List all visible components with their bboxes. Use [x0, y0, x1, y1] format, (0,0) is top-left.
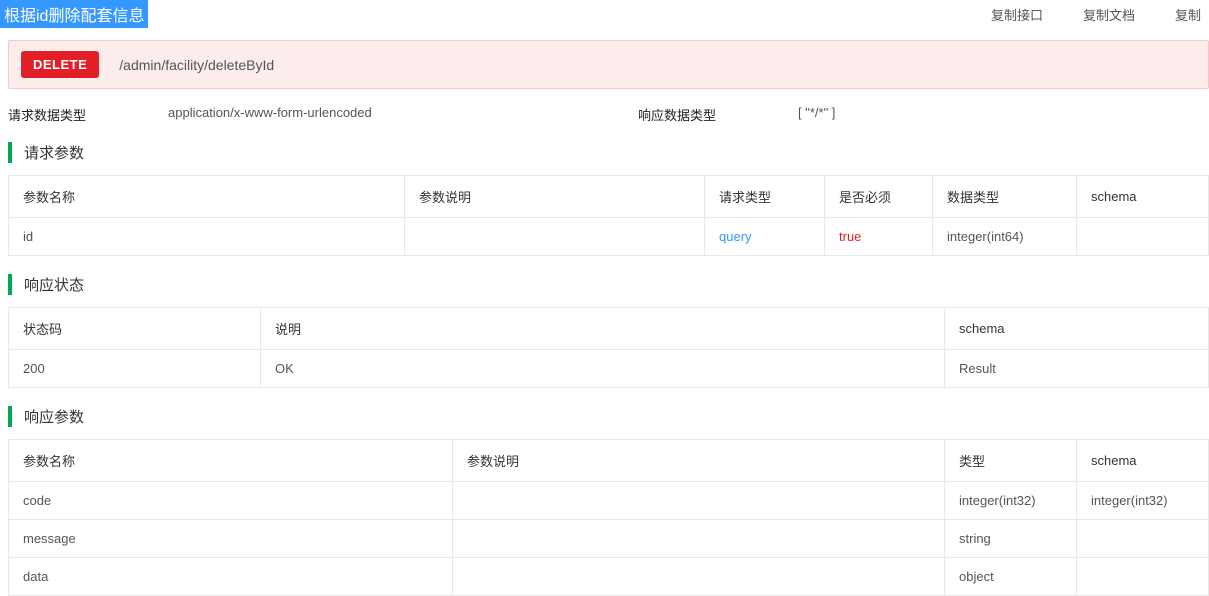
cell-resp-desc [453, 482, 945, 520]
col-required: 是否必须 [825, 176, 933, 218]
cell-required: true [825, 218, 933, 256]
cell-resp-name: data [9, 558, 453, 596]
col-status-desc: 说明 [261, 308, 945, 350]
cell-param-name: id [9, 218, 405, 256]
table-header-row: 参数名称 参数说明 请求类型 是否必须 数据类型 schema [9, 176, 1209, 218]
section-title-response-status: 响应状态 [8, 274, 1209, 295]
request-type-value: application/x-www-form-urlencoded [168, 105, 372, 124]
table-header-row: 状态码 说明 schema [9, 308, 1209, 350]
table-header-row: 参数名称 参数说明 类型 schema [9, 440, 1209, 482]
cell-resp-desc [453, 558, 945, 596]
copy-api-link[interactable]: 复制接口 [991, 5, 1043, 24]
cell-status-schema: Result [945, 350, 1209, 388]
page-title: 根据id删除配套信息 [0, 0, 148, 28]
table-row: 200 OK Result [9, 350, 1209, 388]
col-schema: schema [1077, 176, 1209, 218]
response-type-label: 响应数据类型 [638, 105, 716, 124]
cell-resp-schema: integer(int32) [1077, 482, 1209, 520]
copy-doc-link[interactable]: 复制文档 [1083, 5, 1135, 24]
col-resp-type: 类型 [945, 440, 1077, 482]
response-type-value: [ "*/*" ] [798, 105, 835, 124]
cell-resp-desc [453, 520, 945, 558]
cell-resp-type: string [945, 520, 1077, 558]
section-title-response-params: 响应参数 [8, 406, 1209, 427]
col-resp-name: 参数名称 [9, 440, 453, 482]
col-resp-desc: 参数说明 [453, 440, 945, 482]
cell-resp-name: message [9, 520, 453, 558]
col-param-desc: 参数说明 [405, 176, 705, 218]
action-links: 复制接口 复制文档 复制 [991, 5, 1209, 24]
col-data-type: 数据类型 [933, 176, 1077, 218]
request-type-label: 请求数据类型 [8, 105, 86, 124]
cell-schema [1077, 218, 1209, 256]
table-row: code integer(int32) integer(int32) [9, 482, 1209, 520]
col-param-name: 参数名称 [9, 176, 405, 218]
cell-resp-name: code [9, 482, 453, 520]
request-params-table: 参数名称 参数说明 请求类型 是否必须 数据类型 schema id query… [8, 175, 1209, 256]
cell-resp-type: integer(int32) [945, 482, 1077, 520]
response-status-table: 状态码 说明 schema 200 OK Result [8, 307, 1209, 388]
col-resp-schema: schema [1077, 440, 1209, 482]
col-req-type: 请求类型 [705, 176, 825, 218]
cell-param-desc [405, 218, 705, 256]
table-row: data object [9, 558, 1209, 596]
endpoint-bar: DELETE /admin/facility/deleteById [8, 40, 1209, 89]
cell-status-desc: OK [261, 350, 945, 388]
cell-resp-type: object [945, 558, 1077, 596]
copy-link[interactable]: 复制 [1175, 5, 1201, 24]
cell-resp-schema [1077, 520, 1209, 558]
table-row: id query true integer(int64) [9, 218, 1209, 256]
section-title-request-params: 请求参数 [8, 142, 1209, 163]
cell-data-type: integer(int64) [933, 218, 1077, 256]
meta-row: 请求数据类型 application/x-www-form-urlencoded… [0, 105, 1209, 124]
endpoint-path: /admin/facility/deleteById [119, 57, 274, 73]
cell-req-type: query [705, 218, 825, 256]
http-method-badge: DELETE [21, 51, 99, 78]
cell-resp-schema [1077, 558, 1209, 596]
response-params-table: 参数名称 参数说明 类型 schema code integer(int32) … [8, 439, 1209, 596]
col-status-schema: schema [945, 308, 1209, 350]
col-status-code: 状态码 [9, 308, 261, 350]
table-row: message string [9, 520, 1209, 558]
cell-status-code: 200 [9, 350, 261, 388]
